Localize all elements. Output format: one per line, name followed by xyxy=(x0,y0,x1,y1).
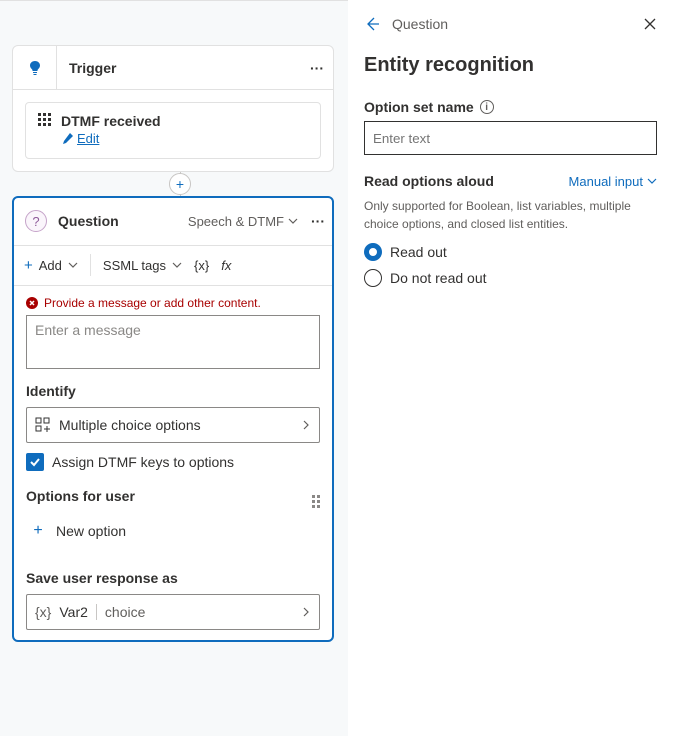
add-node-button[interactable]: + xyxy=(169,173,191,195)
assign-dtmf-checkbox[interactable]: Assign DTMF keys to options xyxy=(26,453,320,471)
variable-icon: {x} xyxy=(35,604,51,620)
chevron-down-icon xyxy=(288,216,298,226)
trigger-more-button[interactable]: ··· xyxy=(301,60,333,76)
checkbox-checked-icon xyxy=(26,453,44,471)
identify-label: Identify xyxy=(26,383,320,399)
breadcrumb: Question xyxy=(384,16,643,32)
speech-mode-dropdown[interactable]: Speech & DTMF xyxy=(182,214,304,229)
info-icon[interactable]: i xyxy=(480,100,494,114)
new-option-button[interactable]: + New option xyxy=(26,514,320,548)
entity-icon xyxy=(35,417,51,433)
add-content-button[interactable]: + Add xyxy=(24,257,78,274)
pencil-icon xyxy=(61,133,73,145)
insert-variable-button[interactable]: {x} xyxy=(194,258,209,273)
arrow-left-icon xyxy=(364,16,380,32)
edit-trigger-link[interactable]: Edit xyxy=(61,131,99,146)
chevron-right-icon xyxy=(301,420,311,430)
chevron-down-icon xyxy=(647,176,657,186)
dial-pad-icon xyxy=(38,113,51,126)
panel-title: Entity recognition xyxy=(364,54,657,77)
manual-input-toggle[interactable]: Manual input xyxy=(569,174,657,189)
close-icon xyxy=(643,17,657,31)
read-aloud-label: Read options aloud xyxy=(364,173,494,189)
formula-button[interactable]: fx xyxy=(221,258,231,273)
chevron-down-icon xyxy=(68,260,78,270)
reorder-handle[interactable] xyxy=(312,485,320,508)
chevron-right-icon xyxy=(301,607,311,617)
question-more-button[interactable]: ··· xyxy=(304,213,332,229)
identify-picker[interactable]: Multiple choice options xyxy=(26,407,320,443)
radio-read-out[interactable]: Read out xyxy=(364,243,657,261)
error-icon xyxy=(26,297,38,309)
message-input[interactable]: Enter a message xyxy=(26,315,320,369)
trigger-event-card[interactable]: DTMF received Edit xyxy=(25,102,321,159)
radio-selected-icon xyxy=(364,243,382,261)
question-title: Question xyxy=(58,213,182,229)
radio-do-not-read-out[interactable]: Do not read out xyxy=(364,269,657,287)
radio-unselected-icon xyxy=(364,269,382,287)
read-aloud-help: Only supported for Boolean, list variabl… xyxy=(364,197,657,233)
trigger-icon xyxy=(13,46,57,90)
save-response-label: Save user response as xyxy=(26,570,320,586)
question-icon: ? xyxy=(25,210,47,232)
validation-error: Provide a message or add other content. xyxy=(26,296,320,310)
options-label: Options for user xyxy=(26,488,135,504)
close-panel-button[interactable] xyxy=(643,17,657,31)
ssml-tags-button[interactable]: SSML tags xyxy=(103,258,182,273)
back-button[interactable] xyxy=(364,16,384,32)
option-set-name-input[interactable] xyxy=(364,121,657,155)
trigger-title: Trigger xyxy=(57,60,301,76)
response-variable-picker[interactable]: {x} Var2 choice xyxy=(26,594,320,630)
chevron-down-icon xyxy=(172,260,182,270)
option-set-label: Option set name xyxy=(364,99,474,115)
trigger-event-title: DTMF received xyxy=(61,113,308,129)
